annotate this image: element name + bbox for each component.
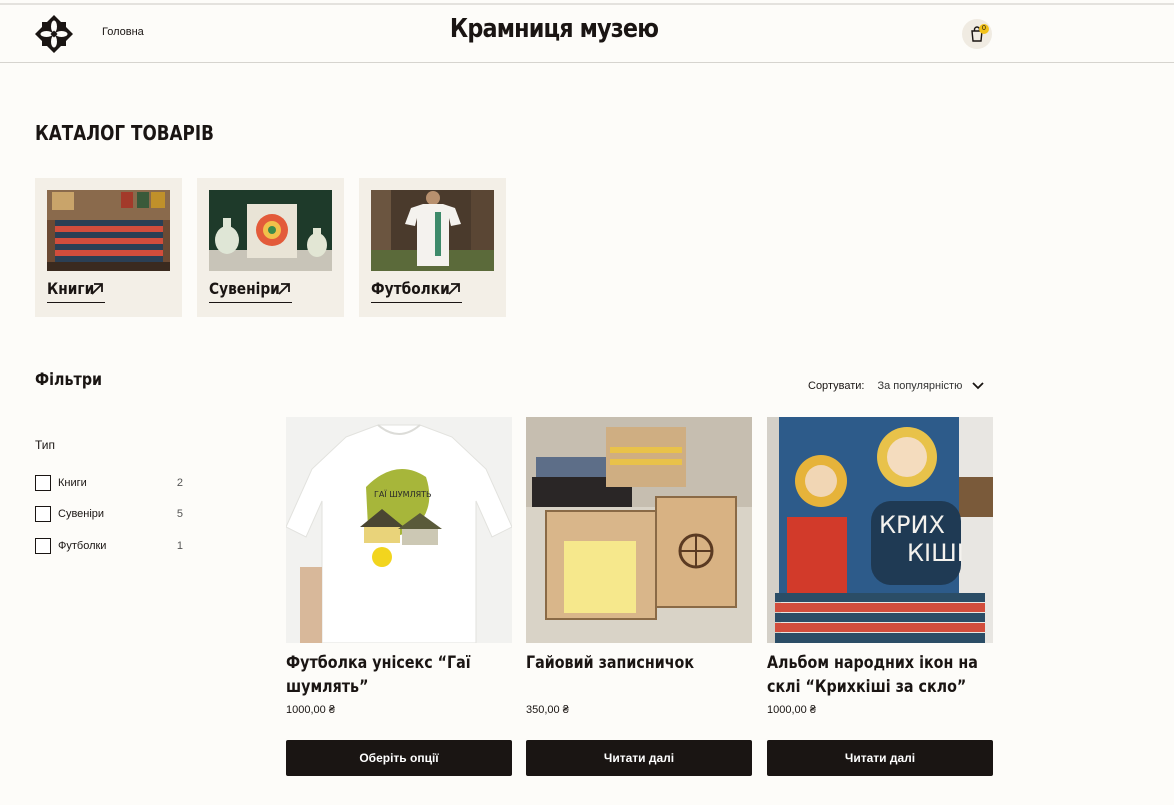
category-label: Книги	[47, 279, 95, 298]
filter-count: 1	[176, 540, 183, 552]
product-image-notebook[interactable]	[526, 417, 752, 643]
sort-label: Сортувати:	[808, 380, 865, 392]
read-more-button[interactable]: Читати далі	[767, 740, 993, 776]
filter-checkbox[interactable]	[35, 538, 51, 554]
product-price: 1000,00 ₴	[286, 704, 335, 716]
product-name[interactable]: Альбом народних ікон на склі “Крихкіші з…	[767, 651, 994, 699]
filter-count: 5	[176, 508, 183, 520]
read-more-button[interactable]: Читати далі	[526, 740, 752, 776]
product-price: 350,00 ₴	[526, 704, 569, 716]
product-image-album[interactable]: КРИХ КІШІ	[767, 417, 993, 643]
filter-count: 2	[176, 477, 183, 489]
product-price: 1000,00 ₴	[767, 704, 816, 716]
filter-label: Сувеніри	[58, 508, 105, 520]
catalog-title: КАТАЛОГ ТОВАРІВ	[35, 121, 214, 145]
category-label: Сувеніри	[209, 279, 280, 298]
select-options-button[interactable]: Оберіть опції	[286, 740, 512, 776]
category-link-tshirts[interactable]: Футболки	[371, 279, 462, 303]
filter-checkbox[interactable]	[35, 506, 51, 522]
category-label: Футболки	[371, 279, 450, 298]
museum-logo[interactable]	[35, 15, 73, 53]
page-title: Крамниця музею	[449, 14, 659, 44]
filters-title: Фільтри	[35, 370, 103, 390]
svg-text:КРИХ: КРИХ	[879, 511, 945, 539]
product-name[interactable]: Футболка унісекс “Гаї шумлять”	[286, 651, 513, 699]
filter-checkbox[interactable]	[35, 475, 51, 491]
product-image-tshirt[interactable]: ГАЇ ШУМЛЯТЬ	[286, 417, 512, 643]
svg-text:КІШІ: КІШІ	[907, 539, 964, 567]
svg-text:ГАЇ ШУМЛЯТЬ: ГАЇ ШУМЛЯТЬ	[374, 489, 432, 499]
chevron-down-icon[interactable]	[972, 382, 984, 390]
product-name[interactable]: Гайовий записничок	[526, 651, 753, 675]
filter-label: Футболки	[58, 540, 107, 552]
category-card-tshirts[interactable]: Футболки	[359, 178, 506, 317]
sort-select[interactable]: За популярністю	[877, 380, 962, 392]
site-header: Головна Крамниця музею 0	[0, 5, 1174, 63]
books-category-image	[47, 190, 170, 271]
filter-label: Книги	[58, 477, 87, 489]
filter-souvenirs[interactable]: Сувеніри 5	[35, 505, 183, 523]
category-link-souvenirs[interactable]: Сувеніри	[209, 279, 292, 303]
filter-books[interactable]: Книги 2	[35, 474, 183, 492]
cart-button[interactable]: 0	[962, 19, 992, 49]
souvenirs-category-image	[209, 190, 332, 271]
sort-control: Сортувати: За популярністю	[808, 380, 984, 392]
tshirts-category-image	[371, 190, 494, 271]
filter-tshirts[interactable]: Футболки 1	[35, 537, 183, 555]
category-card-books[interactable]: Книги	[35, 178, 182, 317]
filter-group-type: Тип	[35, 438, 56, 452]
cart-count-badge: 0	[979, 24, 989, 34]
category-link-books[interactable]: Книги	[47, 279, 105, 303]
category-card-souvenirs[interactable]: Сувеніри	[197, 178, 344, 317]
